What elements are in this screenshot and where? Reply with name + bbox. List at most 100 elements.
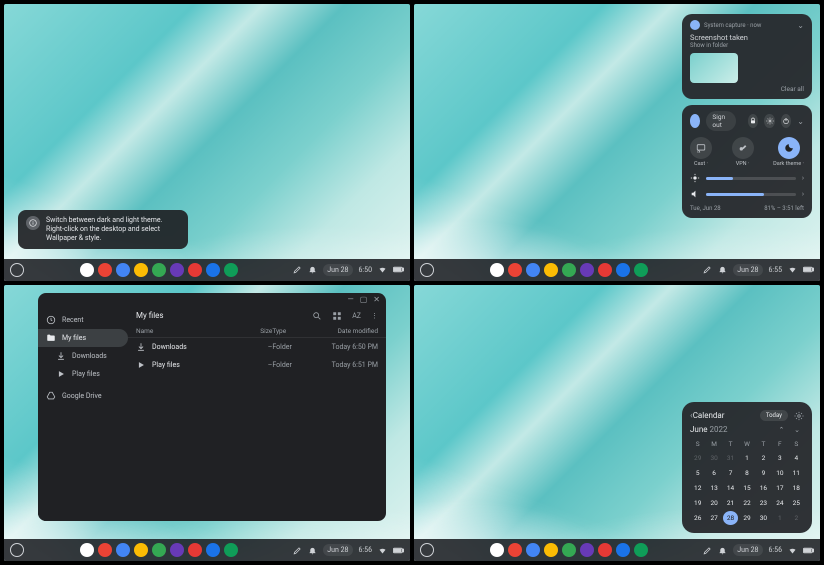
app-app1-icon[interactable] (170, 263, 184, 277)
cal-day[interactable]: 30 (706, 451, 721, 465)
close-icon[interactable]: ✕ (373, 295, 380, 304)
prev-month-icon[interactable]: ⌃ (775, 426, 789, 434)
app-gmail-icon[interactable] (508, 263, 522, 277)
cal-day[interactable]: 12 (690, 481, 705, 495)
cal-day[interactable]: 14 (723, 481, 738, 495)
maximize-icon[interactable]: ▢ (360, 295, 368, 304)
chevron-down-icon[interactable]: ⌄ (797, 21, 804, 30)
cal-day[interactable]: 18 (789, 481, 804, 495)
cal-day[interactable]: 7 (723, 466, 738, 480)
cal-day[interactable]: 1 (772, 511, 787, 525)
sidebar-item-downloads[interactable]: Downloads (38, 347, 128, 365)
cal-day[interactable]: 22 (739, 496, 754, 510)
grid-view-icon[interactable] (332, 311, 342, 321)
gear-icon[interactable] (794, 411, 804, 421)
sort-button[interactable]: AZ (352, 312, 361, 320)
power-icon[interactable] (781, 114, 791, 128)
cal-day[interactable]: 17 (772, 481, 787, 495)
app-play-icon[interactable] (634, 543, 648, 557)
search-icon[interactable] (312, 311, 322, 321)
status-tray[interactable]: Jun 28 6:50 (293, 264, 404, 276)
column-header[interactable]: Name Size Type Date modified (128, 325, 386, 338)
app-keep-icon[interactable] (134, 543, 148, 557)
app-play-icon[interactable] (634, 263, 648, 277)
tile-cast[interactable]: Cast · (690, 137, 712, 167)
cal-day[interactable]: 16 (756, 481, 771, 495)
cal-day[interactable]: 26 (690, 511, 705, 525)
cal-day[interactable]: 8 (739, 466, 754, 480)
notification-card[interactable]: System capture · now ⌄ Screenshot taken … (682, 14, 812, 99)
launcher-button[interactable] (420, 263, 434, 277)
tile-vpn[interactable]: VPN · (732, 137, 754, 167)
lock-icon[interactable] (748, 114, 758, 128)
app-youtube-icon[interactable] (598, 263, 612, 277)
cal-day[interactable]: 13 (706, 481, 721, 495)
cal-day[interactable]: 2 (789, 511, 804, 525)
cal-day[interactable]: 21 (723, 496, 738, 510)
app-docs-icon[interactable] (116, 263, 130, 277)
app-docs-icon[interactable] (116, 543, 130, 557)
chevron-right-icon[interactable]: › (802, 190, 804, 198)
cal-day[interactable]: 6 (706, 466, 721, 480)
cal-day[interactable]: 31 (723, 451, 738, 465)
cal-day[interactable]: 27 (706, 511, 721, 525)
app-chrome-icon[interactable] (80, 263, 94, 277)
notif-sub[interactable]: Show in folder (690, 42, 804, 49)
volume-slider[interactable]: › (690, 189, 804, 199)
cal-day[interactable]: 24 (772, 496, 787, 510)
app-play-icon[interactable] (224, 263, 238, 277)
sidebar-item-recent[interactable]: Recent (38, 311, 128, 329)
app-keep-icon[interactable] (544, 543, 558, 557)
clear-all-button[interactable]: Clear all (690, 85, 804, 93)
cal-day[interactable]: 28 (723, 511, 738, 525)
cal-day[interactable]: 10 (772, 466, 787, 480)
cal-day[interactable]: 19 (690, 496, 705, 510)
sidebar-item-myfiles[interactable]: My files (38, 329, 128, 347)
app-sheets-icon[interactable] (562, 543, 576, 557)
app-app1-icon[interactable] (170, 543, 184, 557)
signout-button[interactable]: Sign out (706, 111, 736, 131)
cal-day[interactable]: 29 (690, 451, 705, 465)
cal-day[interactable]: 30 (756, 511, 771, 525)
app-sheets-icon[interactable] (562, 263, 576, 277)
status-tray[interactable]: Jun 28 6:56 (293, 544, 404, 556)
cal-day[interactable]: 9 (756, 466, 771, 480)
minimize-icon[interactable]: — (347, 295, 353, 304)
app-gmail-icon[interactable] (508, 543, 522, 557)
app-youtube-icon[interactable] (188, 263, 202, 277)
next-month-icon[interactable]: ⌄ (790, 426, 804, 434)
cal-day[interactable]: 29 (739, 511, 754, 525)
app-chrome-icon[interactable] (490, 263, 504, 277)
sidebar-item-gdrive[interactable]: Google Drive (38, 387, 128, 405)
app-play-icon[interactable] (224, 543, 238, 557)
table-row[interactable]: Downloads – Folder Today 6:50 PM (128, 338, 386, 356)
app-gmail-icon[interactable] (98, 263, 112, 277)
cal-day[interactable]: 4 (789, 451, 804, 465)
chevron-right-icon[interactable]: › (802, 174, 804, 182)
tile-dark[interactable]: Dark theme · (773, 137, 804, 167)
app-youtube-icon[interactable] (188, 543, 202, 557)
launcher-button[interactable] (420, 543, 434, 557)
cal-day[interactable]: 3 (772, 451, 787, 465)
app-youtube-icon[interactable] (598, 543, 612, 557)
cal-day[interactable]: 20 (706, 496, 721, 510)
more-icon[interactable]: ⋮ (371, 312, 378, 320)
app-app1-icon[interactable] (580, 263, 594, 277)
table-row[interactable]: Play files – Folder Today 6:51 PM (128, 356, 386, 374)
app-drive-icon[interactable] (206, 263, 220, 277)
app-sheets-icon[interactable] (152, 263, 166, 277)
app-app1-icon[interactable] (580, 543, 594, 557)
app-chrome-icon[interactable] (490, 543, 504, 557)
avatar[interactable] (690, 114, 700, 128)
app-drive-icon[interactable] (616, 263, 630, 277)
launcher-button[interactable] (10, 543, 24, 557)
tip-toast[interactable]: Switch between dark and light theme. Rig… (18, 210, 188, 248)
cal-day[interactable]: 25 (789, 496, 804, 510)
today-button[interactable]: Today (760, 410, 788, 421)
app-keep-icon[interactable] (134, 263, 148, 277)
cal-day[interactable]: 2 (756, 451, 771, 465)
cal-day[interactable]: 1 (739, 451, 754, 465)
sidebar-item-playfiles[interactable]: Play files (38, 365, 128, 383)
brightness-slider[interactable]: › (690, 173, 804, 183)
chevron-down-icon[interactable]: ⌄ (797, 117, 804, 126)
